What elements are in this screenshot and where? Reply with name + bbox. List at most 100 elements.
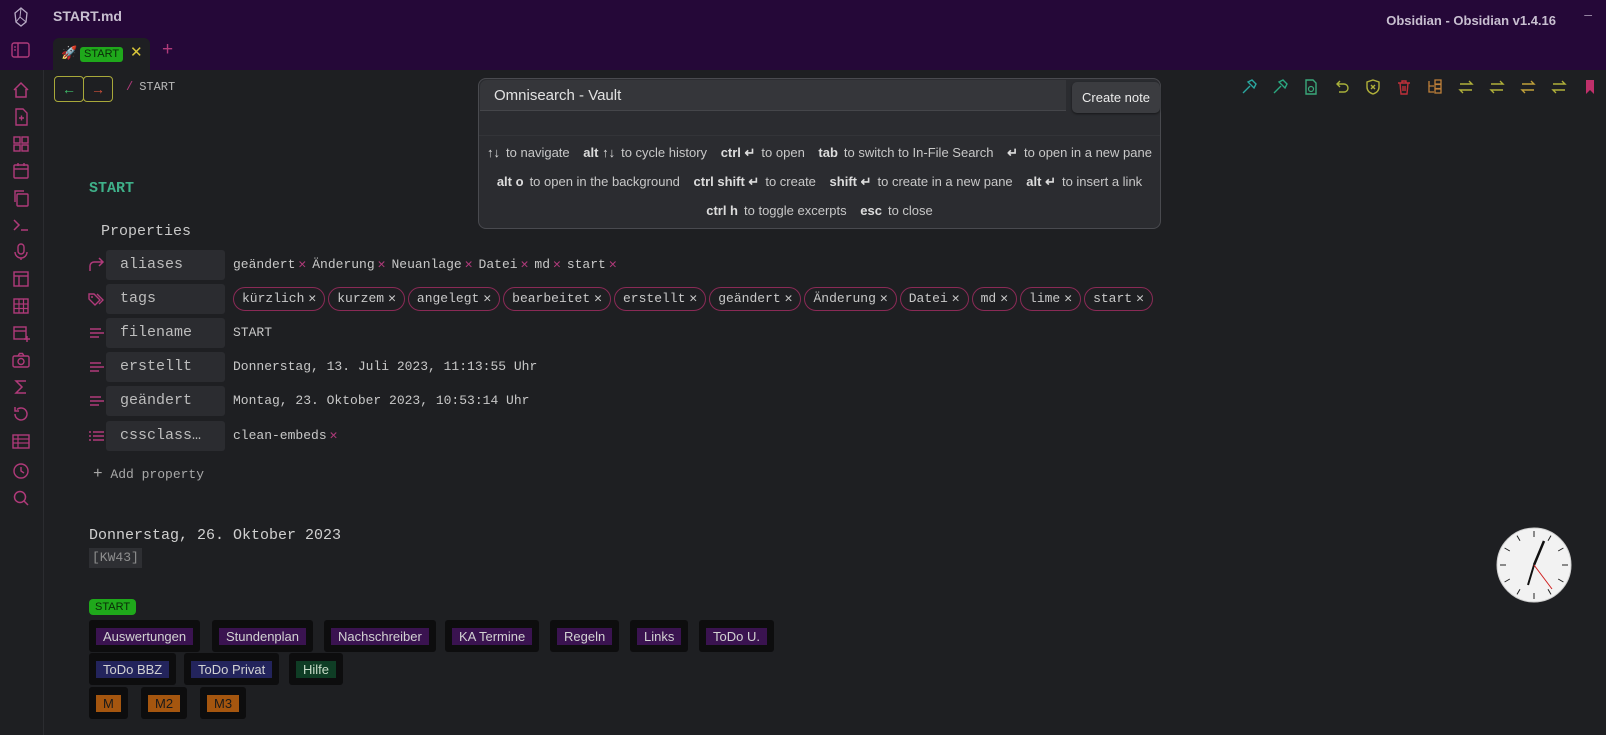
link-button[interactable]: KA Termine (445, 620, 540, 652)
link-button[interactable]: ToDo U. (699, 620, 774, 652)
text-lines-icon[interactable] (88, 359, 106, 375)
remove-icon[interactable]: ✕ (483, 291, 491, 306)
terminal-icon[interactable] (11, 215, 31, 235)
link-button[interactable]: Regeln (550, 620, 620, 652)
undo-icon[interactable] (1333, 78, 1351, 96)
clock-icon[interactable] (11, 461, 31, 481)
link-button[interactable]: Nachschreiber (324, 620, 436, 652)
minimize-button[interactable]: – (1584, 6, 1592, 22)
remove-icon[interactable]: ✕ (594, 291, 602, 306)
search-input[interactable]: Omnisearch - Vault (480, 80, 1066, 111)
remove-icon[interactable]: ✕ (308, 291, 316, 306)
tag-pill[interactable]: Datei ✕ (899, 287, 969, 311)
microphone-icon[interactable] (11, 242, 31, 262)
property-value[interactable]: clean-embeds ✕ (233, 421, 343, 451)
calendar-icon[interactable] (11, 161, 31, 181)
remove-icon[interactable]: ✕ (609, 257, 617, 272)
link-button[interactable]: M2 (141, 687, 188, 719)
tag-pill[interactable]: kurzem ✕ (328, 287, 405, 311)
remove-icon[interactable]: ✕ (388, 291, 396, 306)
hammer-alt-icon[interactable] (1271, 78, 1289, 96)
remove-icon[interactable]: ✕ (785, 291, 793, 306)
link-button[interactable]: M3 (200, 687, 247, 719)
tag-pill[interactable]: start ✕ (1084, 287, 1153, 311)
property-value[interactable]: geändert ✕ Änderung ✕ Neuanlage ✕ Datei ✕ md ✕ sta… (233, 250, 623, 280)
remove-icon[interactable]: ✕ (465, 257, 473, 272)
swap-alt-icon[interactable] (1488, 78, 1506, 96)
tag-pill[interactable]: md ✕ (971, 287, 1018, 311)
search-icon[interactable] (11, 488, 31, 508)
layout-icon[interactable] (11, 269, 31, 289)
bookmark-icon[interactable] (1581, 78, 1599, 96)
add-property-button[interactable]: + Add property (93, 465, 204, 483)
tag-pill[interactable]: Änderung ✕ (804, 287, 897, 311)
remove-icon[interactable]: ✕ (880, 291, 888, 306)
property-value[interactable]: kürzlich ✕ kurzem ✕ angelegt ✕ bearbeitet ✕ erst… (233, 287, 1156, 317)
text-lines-icon[interactable] (88, 325, 106, 341)
alias-item[interactable]: Neuanlage ✕ (392, 257, 473, 272)
alias-item[interactable]: start ✕ (567, 257, 617, 272)
link-button[interactable]: ToDo Privat (184, 653, 280, 685)
link-button[interactable]: M (89, 687, 128, 719)
link-button[interactable]: Auswertungen (89, 620, 201, 652)
alias-item[interactable]: Datei ✕ (479, 257, 529, 272)
tag-pill[interactable]: erstellt ✕ (613, 287, 707, 311)
sheet-icon[interactable] (11, 431, 31, 451)
sidebar-toggle-icon[interactable] (11, 42, 30, 58)
swap-alt2-icon[interactable] (1519, 78, 1537, 96)
link-button[interactable]: Stundenplan (212, 620, 314, 652)
properties-heading[interactable]: Properties (101, 223, 191, 240)
remove-icon[interactable]: ✕ (298, 257, 306, 272)
file-plus-icon[interactable] (11, 107, 31, 127)
alias-item[interactable]: geändert ✕ (233, 257, 306, 272)
swap-alt3-icon[interactable] (1550, 78, 1568, 96)
sigma-icon[interactable] (11, 377, 31, 397)
history-icon[interactable] (11, 404, 31, 424)
link-button[interactable]: Hilfe (289, 653, 344, 685)
folder-tree-icon[interactable] (1426, 78, 1444, 96)
property-value[interactable]: Donnerstag, 13. Juli 2023, 11:13:55 Uhr (233, 352, 537, 382)
link-button[interactable]: Links (630, 620, 689, 652)
property-value[interactable]: Montag, 23. Oktober 2023, 10:53:14 Uhr (233, 386, 529, 416)
alias-item[interactable]: md ✕ (534, 257, 560, 272)
remove-icon[interactable]: ✕ (521, 257, 529, 272)
remove-icon[interactable]: ✕ (689, 291, 697, 306)
tag-pill[interactable]: lime ✕ (1020, 287, 1082, 311)
dashboard-icon[interactable] (11, 134, 31, 154)
remove-icon[interactable]: ✕ (378, 257, 386, 272)
new-tab-button[interactable]: + (162, 39, 173, 61)
property-key[interactable]: filename (106, 318, 225, 348)
tag-pill[interactable]: bearbeitet ✕ (503, 287, 611, 311)
link-button[interactable]: ToDo BBZ (89, 653, 177, 685)
create-note-button[interactable]: Create note (1072, 82, 1160, 113)
calendar-plus-icon[interactable] (11, 323, 31, 343)
property-key[interactable]: erstellt (106, 352, 225, 382)
forward-button[interactable]: → (83, 76, 113, 102)
list-icon[interactable] (88, 428, 106, 444)
text-lines-icon[interactable] (88, 393, 106, 409)
trash-icon[interactable] (1395, 78, 1413, 96)
remove-icon[interactable]: ✕ (553, 257, 561, 272)
back-button[interactable]: ← (54, 76, 84, 102)
remove-icon[interactable]: ✕ (1136, 291, 1144, 306)
hammer-icon[interactable] (1240, 78, 1258, 96)
home-icon[interactable] (11, 80, 31, 100)
tab-close-button[interactable]: ✕ (130, 43, 143, 61)
camera-icon[interactable] (11, 350, 31, 370)
cssclass-item[interactable]: clean-embeds ✕ (233, 428, 337, 443)
tags-icon[interactable] (88, 291, 106, 307)
property-value[interactable]: START (233, 318, 272, 348)
remove-icon[interactable]: ✕ (330, 428, 338, 443)
forward-arrow-icon[interactable] (88, 257, 106, 273)
table-icon[interactable] (11, 296, 31, 316)
breadcrumb-item[interactable]: START (139, 80, 175, 94)
tag-pill[interactable]: kürzlich ✕ (233, 287, 326, 311)
copy-icon[interactable] (11, 188, 31, 208)
remove-icon[interactable]: ✕ (952, 291, 960, 306)
swap-icon[interactable] (1457, 78, 1475, 96)
tag-pill[interactable]: angelegt ✕ (407, 287, 501, 311)
tag-pill[interactable]: geändert ✕ (709, 287, 802, 311)
file-sync-icon[interactable] (1302, 78, 1320, 96)
tab-start[interactable]: 🚀 START ✕ (53, 38, 150, 70)
remove-icon[interactable]: ✕ (1064, 291, 1072, 306)
